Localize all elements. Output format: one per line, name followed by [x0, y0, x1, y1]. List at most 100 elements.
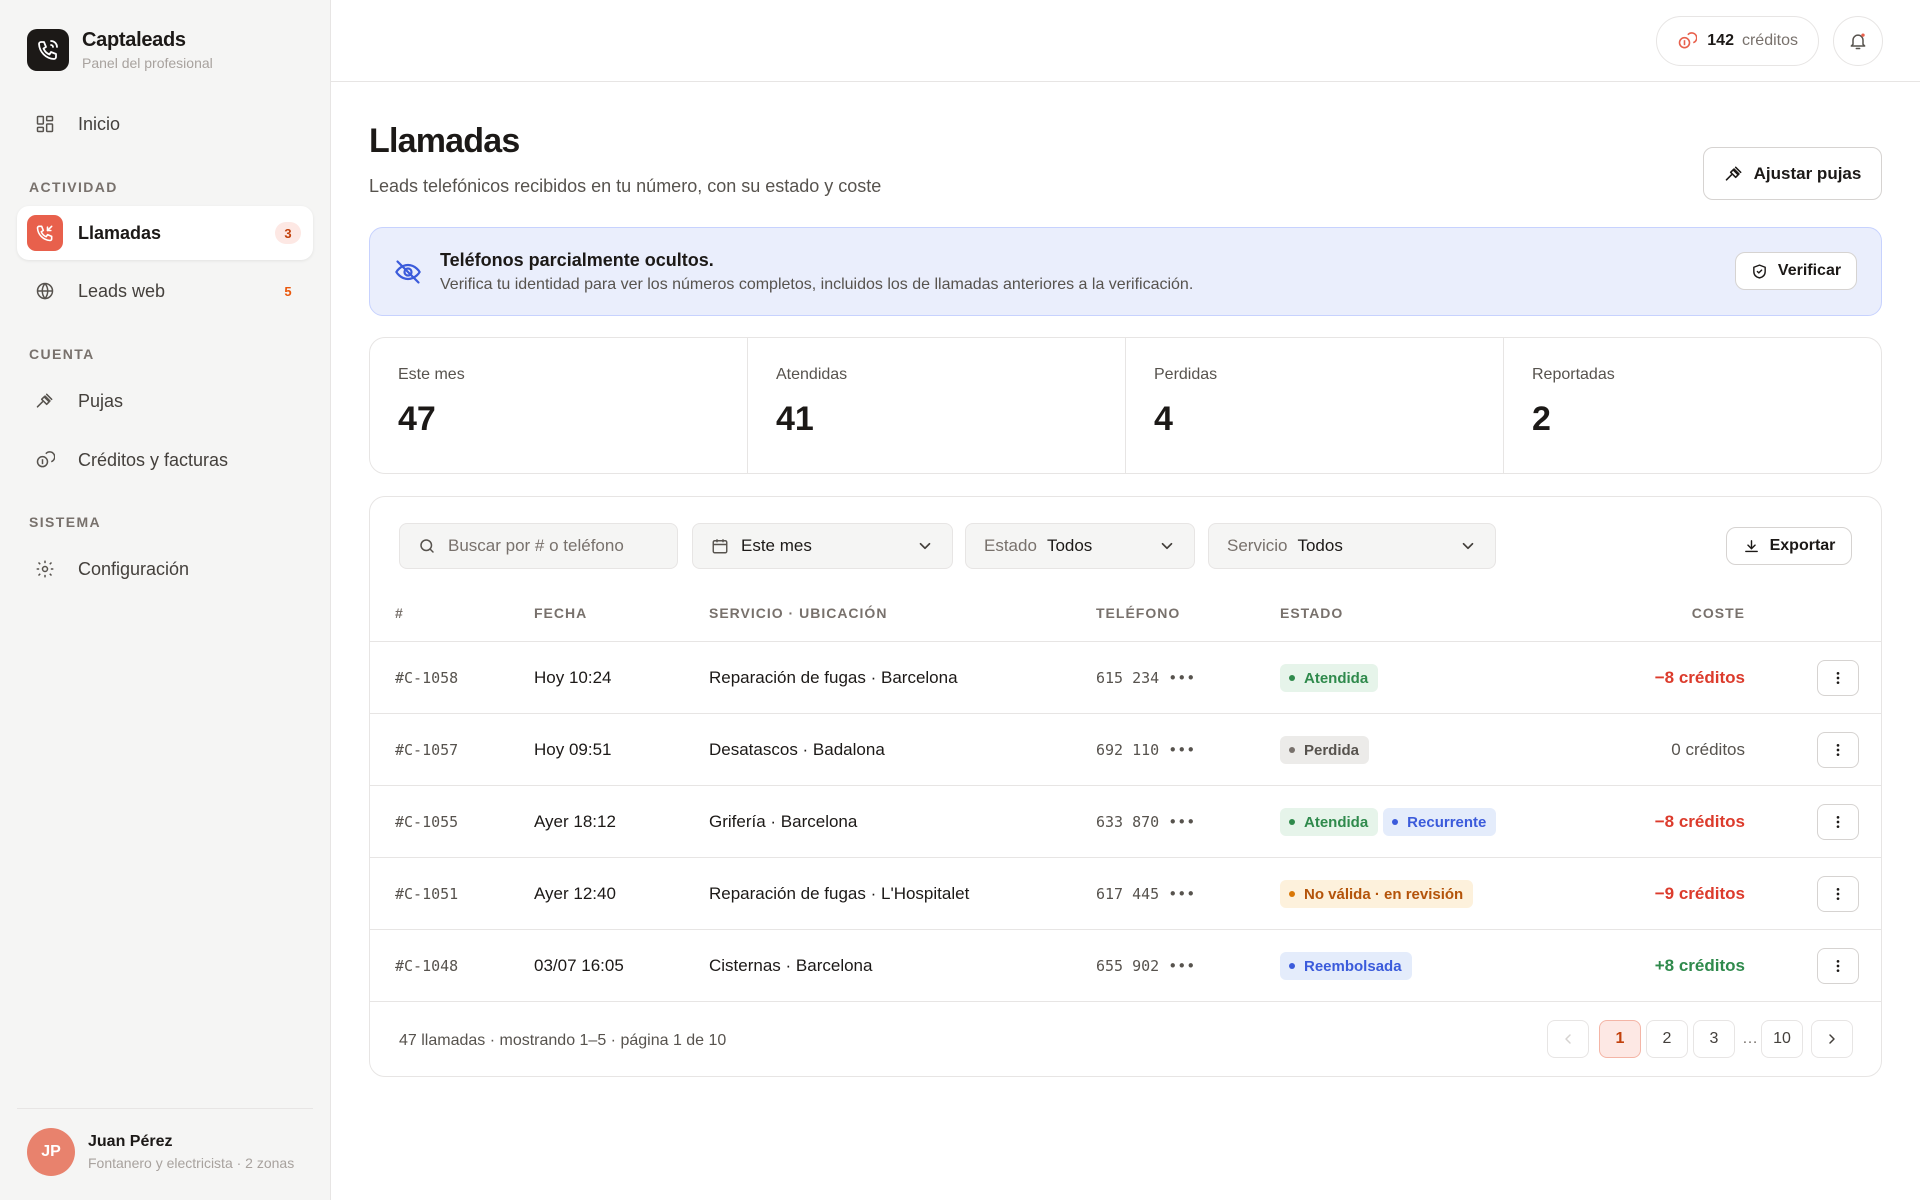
- table-row[interactable]: #C-1058 Hoy 10:24 Reparación de fugas · …: [370, 641, 1881, 714]
- sidebar-item-home[interactable]: Inicio: [17, 97, 313, 151]
- chevron-down-icon: [916, 537, 934, 560]
- table-row[interactable]: #C-1051 Ayer 12:40 Reparación de fugas ·…: [370, 857, 1881, 930]
- row-actions-button[interactable]: [1817, 660, 1859, 696]
- call-date: Ayer 12:40: [534, 884, 616, 903]
- row-actions-button[interactable]: [1817, 732, 1859, 768]
- stat-label: Perdidas: [1154, 366, 1218, 383]
- pagination-summary: 47 llamadas · mostrando 1–5 · página 1 d…: [399, 1032, 727, 1049]
- verify-button[interactable]: Verificar: [1735, 252, 1857, 290]
- sidebar-item-web-leads[interactable]: Leads web 5: [17, 264, 313, 318]
- web-leads-count-badge: 5: [284, 283, 292, 299]
- stat-label: Este mes: [398, 366, 465, 383]
- page-button-3[interactable]: 3: [1693, 1020, 1735, 1058]
- next-page-button[interactable]: [1811, 1020, 1853, 1058]
- row-actions-button[interactable]: [1817, 948, 1859, 984]
- sidebar-item-label: Pujas: [78, 390, 124, 411]
- adjust-bids-button[interactable]: Ajustar pujas: [1703, 147, 1882, 200]
- call-id: #C-1051: [395, 885, 459, 903]
- user-profile[interactable]: JP Juan Pérez Fontanero y electricista ·…: [27, 1128, 294, 1176]
- stat-value: 47: [398, 400, 436, 438]
- call-cost: 0 créditos: [1671, 740, 1745, 759]
- table-row[interactable]: #C-1048 03/07 16:05 Cisternas · Barcelon…: [370, 929, 1881, 1001]
- search-input[interactable]: Buscar por # o teléfono: [399, 523, 678, 569]
- credits-balance[interactable]: 142 créditos: [1656, 16, 1819, 66]
- chevron-left-icon: [1560, 1031, 1576, 1047]
- more-vertical-icon: [1830, 958, 1846, 974]
- call-service: Grifería · Barcelona: [709, 812, 858, 831]
- row-actions-button[interactable]: [1817, 876, 1859, 912]
- adjust-bids-label: Ajustar pujas: [1753, 163, 1862, 183]
- period-select[interactable]: Este mes: [692, 523, 953, 569]
- status-cell: Atendida: [1280, 642, 1383, 714]
- gavel-icon: [1724, 164, 1744, 184]
- prev-page-button[interactable]: [1547, 1020, 1589, 1058]
- call-cost: −8 créditos: [1654, 668, 1745, 687]
- chevron-down-icon: [1459, 537, 1477, 560]
- credits-value: 142: [1707, 32, 1734, 49]
- call-service: Cisternas · Barcelona: [709, 956, 873, 975]
- export-label: Exportar: [1769, 537, 1836, 554]
- sidebar-item-label: Créditos y facturas: [78, 449, 229, 470]
- call-date: 03/07 16:05: [534, 956, 624, 975]
- call-cost: −8 créditos: [1654, 812, 1745, 831]
- sidebar-item-calls[interactable]: Llamadas 3: [17, 206, 313, 260]
- status-badge: Reembolsada: [1280, 952, 1412, 980]
- row-actions-button[interactable]: [1817, 804, 1859, 840]
- avatar: JP: [27, 1128, 75, 1176]
- status-filter-value: Todos: [1046, 536, 1093, 555]
- verification-alert: Teléfonos parcialmente ocultos. Verifica…: [369, 227, 1882, 316]
- sidebar-item-bids[interactable]: Pujas: [17, 374, 313, 428]
- stat-label: Atendidas: [776, 366, 848, 383]
- call-date: Hoy 10:24: [534, 668, 612, 687]
- section-label-activity: ACTIVIDAD: [29, 179, 118, 195]
- sidebar-item-label: Leads web: [78, 280, 166, 301]
- service-select[interactable]: Servicio Todos: [1208, 523, 1496, 569]
- calendar-icon: [711, 537, 729, 555]
- sidebar-item-label: Llamadas: [78, 222, 162, 243]
- call-id: #C-1048: [395, 957, 459, 975]
- sidebar-item-label: Configuración: [78, 558, 190, 579]
- coins-icon: [33, 448, 57, 472]
- more-vertical-icon: [1830, 814, 1846, 830]
- more-vertical-icon: [1830, 742, 1846, 758]
- eye-off-icon: [394, 258, 422, 291]
- page-subtitle: Leads telefónicos recibidos en tu número…: [369, 176, 882, 196]
- status-select[interactable]: Estado Todos: [965, 523, 1195, 569]
- chevron-right-icon: [1824, 1031, 1840, 1047]
- export-button[interactable]: Exportar: [1726, 527, 1852, 565]
- gavel-icon: [33, 389, 57, 413]
- status-badge: Perdida: [1280, 736, 1370, 764]
- user-subtitle: Fontanero y electricista · 2 zonas: [88, 1155, 295, 1171]
- service-filter-value: Todos: [1297, 536, 1343, 555]
- grid-icon: [33, 112, 57, 136]
- section-label-account: CUENTA: [29, 346, 95, 362]
- table-row[interactable]: #C-1057 Hoy 09:51 Desatascos · Badalona …: [370, 713, 1881, 785]
- table-footer: 47 llamadas · mostrando 1–5 · página 1 d…: [370, 1001, 1881, 1076]
- call-service: Reparación de fugas · Barcelona: [709, 668, 958, 687]
- stat-value: 41: [776, 400, 814, 438]
- brand-subtitle: Panel del profesional: [82, 55, 213, 71]
- calls-count-badge: 3: [275, 222, 301, 244]
- status-cell: No válida · en revisión: [1280, 858, 1478, 930]
- page-button-2[interactable]: 2: [1646, 1020, 1688, 1058]
- stat-month: Este mes 47: [370, 338, 748, 473]
- page-button-1[interactable]: 1: [1599, 1020, 1641, 1058]
- status-cell: Atendida Recurrente: [1280, 786, 1501, 858]
- credits-unit: créditos: [1741, 32, 1798, 49]
- chevron-down-icon: [1158, 537, 1176, 560]
- sidebar-item-credits[interactable]: Créditos y facturas: [17, 433, 313, 487]
- phone-logo-icon: [27, 29, 69, 71]
- call-phone: 615 234 •••: [1096, 669, 1196, 687]
- period-value: Este mes: [741, 536, 812, 555]
- stat-missed: Perdidas 4: [1126, 338, 1504, 473]
- table-row[interactable]: #C-1055 Ayer 18:12 Grifería · Barcelona …: [370, 785, 1881, 858]
- section-label-system: SISTEMA: [29, 514, 102, 530]
- notifications-button[interactable]: [1833, 16, 1883, 66]
- phone-incoming-icon: [27, 215, 63, 251]
- brand[interactable]: Captaleads Panel del profesional: [27, 29, 213, 71]
- page-button-last[interactable]: 10: [1761, 1020, 1803, 1058]
- gear-icon: [33, 557, 57, 581]
- coins-icon: [1677, 31, 1698, 51]
- topbar: 142 créditos: [331, 0, 1920, 82]
- sidebar-item-settings[interactable]: Configuración: [17, 542, 313, 596]
